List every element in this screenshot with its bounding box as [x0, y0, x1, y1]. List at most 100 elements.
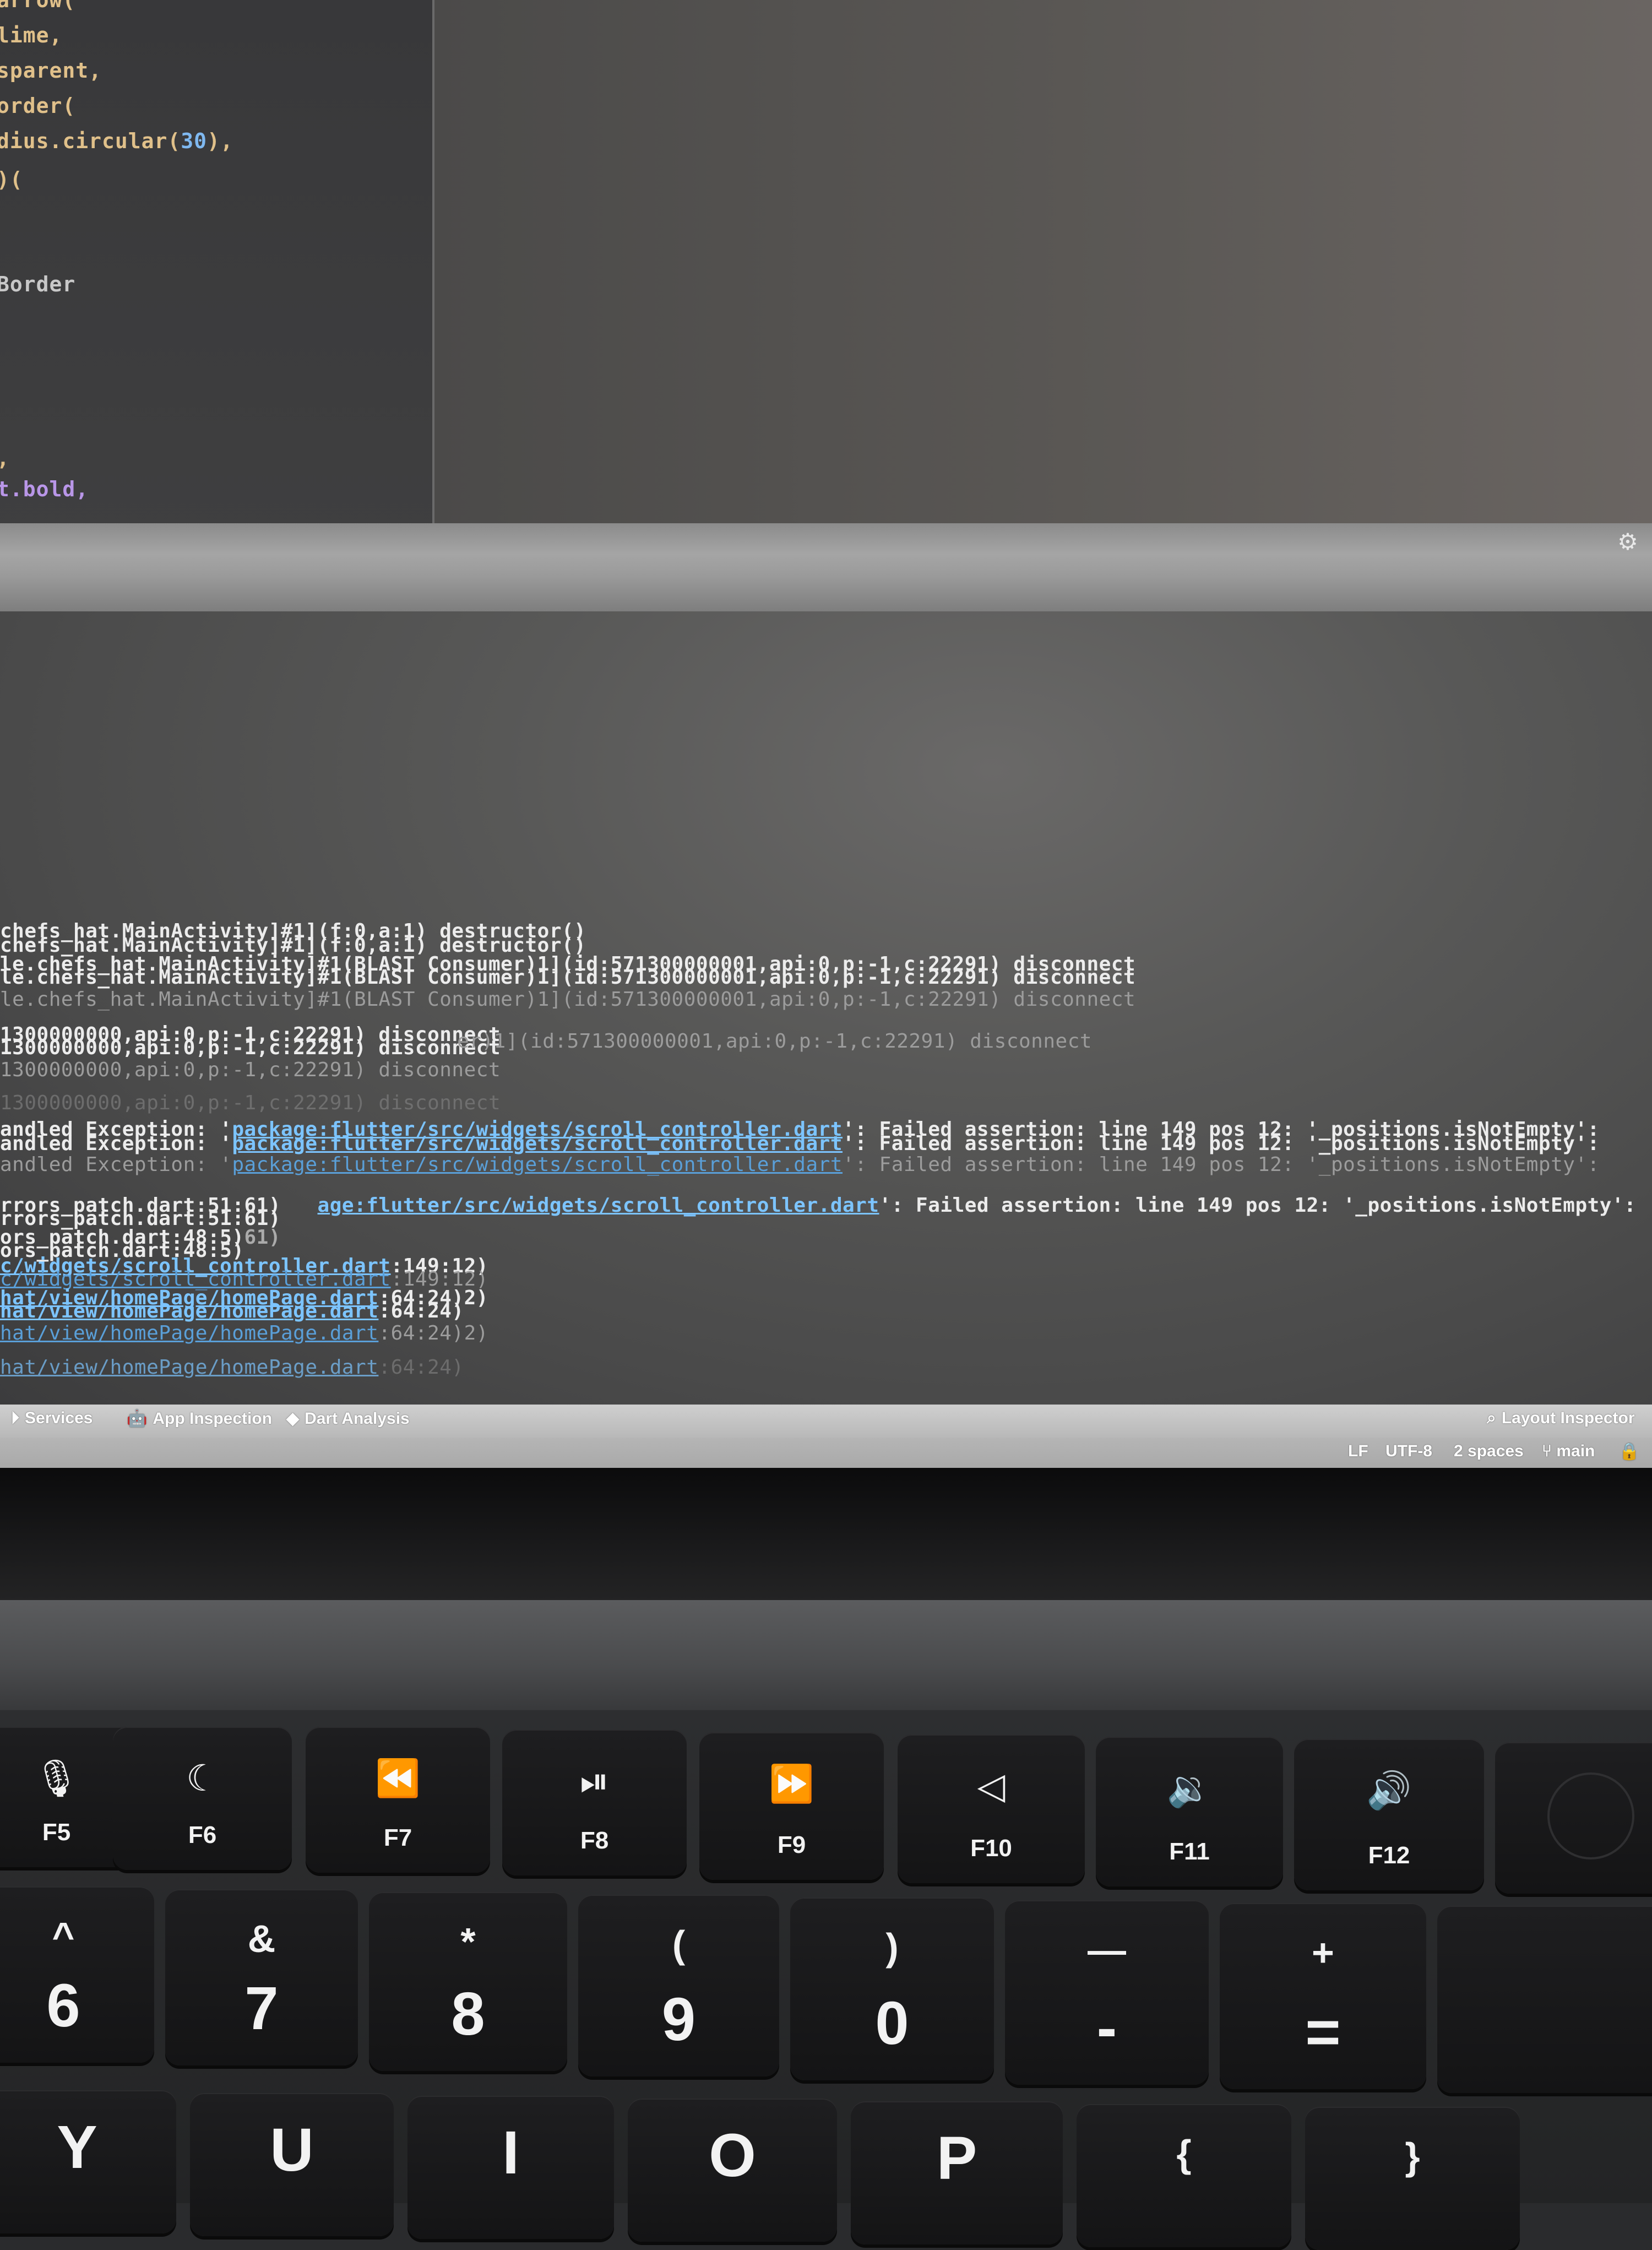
key-p[interactable]: P	[851, 2101, 1063, 2244]
key-label: F9	[777, 1831, 806, 1858]
tab-dart-analysis[interactable]: ◆ Dart Analysis	[286, 1409, 410, 1428]
indent-indicator[interactable]: 2 spaces	[1454, 1442, 1524, 1461]
key-f6[interactable]: ☾ F6	[113, 1727, 292, 1870]
tab-layout-inspector[interactable]: ⌕ Layout Inspector	[1487, 1409, 1635, 1428]
laptop-hinge	[0, 1600, 1652, 1710]
encoding-indicator[interactable]: UTF-8	[1385, 1442, 1432, 1461]
code-line: lime,	[0, 23, 63, 47]
key-label: F7	[383, 1824, 412, 1851]
code-line: Border	[0, 272, 76, 296]
key-primary-symbol: 6	[46, 1972, 80, 2040]
branch-name: main	[1556, 1442, 1595, 1460]
tab-label: Services	[25, 1409, 93, 1427]
key-primary-symbol: U	[270, 2116, 314, 2184]
key-label: F11	[1169, 1838, 1210, 1865]
key-primary-symbol: =	[1305, 1998, 1341, 2066]
source-link[interactable]: hat/view/homePage/homePage.dart	[0, 1322, 378, 1344]
source-link[interactable]: package:flutter/src/widgets/scroll_contr…	[232, 1153, 843, 1176]
key-9[interactable]: ( 9	[578, 1895, 779, 2076]
code-line: )(	[0, 167, 23, 192]
code-token: ),	[207, 129, 233, 153]
key-7[interactable]: & 7	[165, 1889, 358, 2065]
key-minus[interactable]: — -	[1005, 1900, 1209, 2085]
key-f12[interactable]: 🔊 F12	[1294, 1739, 1484, 1890]
mute-icon: ◁	[977, 1765, 1006, 1806]
key-f11[interactable]: 🔉 F11	[1096, 1737, 1283, 1886]
git-branch-widget[interactable]: ⑂ main	[1542, 1442, 1595, 1461]
console-line: le.chefs_hat.MainActivity]#1(BLAST Consu…	[0, 988, 1136, 1011]
tab-label: Dart Analysis	[305, 1409, 410, 1428]
laptop-screen: arrow( lime, sparent, order( dius.circul…	[0, 0, 1652, 1468]
volume-up-icon: 🔊	[1366, 1770, 1412, 1810]
frame-position: :64:24)	[378, 1356, 464, 1379]
layout-inspector-icon: ⌕	[1487, 1409, 1496, 1427]
run-console[interactable]: chefs_hat.MainActivity]#1](f:0,a:1) dest…	[0, 611, 1652, 1405]
code-pane[interactable]: arrow( lime, sparent, order( dius.circul…	[0, 0, 434, 540]
key-primary-symbol: Y	[57, 2113, 97, 2181]
tab-label: App Inspection	[153, 1409, 273, 1428]
code-editor: arrow( lime, sparent, order( dius.circul…	[0, 0, 1652, 540]
key-shift-symbol: )	[885, 1926, 899, 1969]
tab-app-inspection[interactable]: 🤖 App Inspection	[127, 1409, 272, 1428]
console-line: 1300000000,api:0,p:-1,c:22291) disconnec…	[0, 1092, 501, 1114]
key-f8[interactable]: ⏯ F8	[502, 1729, 687, 1875]
preview-pane	[434, 0, 1652, 540]
frame-position: :64:24)2)	[378, 1322, 488, 1344]
play-circle-icon: ⏵	[11, 1409, 19, 1427]
key-o[interactable]: O	[628, 2099, 837, 2242]
key-0[interactable]: ) 0	[790, 1897, 994, 2080]
exception-message: ': Failed assertion: line 149 pos 12: '_…	[843, 1153, 1600, 1176]
tab-label: Layout Inspector	[1501, 1409, 1635, 1427]
key-f7[interactable]: ⏪ F7	[306, 1727, 490, 1873]
touch-id-key[interactable]	[1495, 1742, 1652, 1894]
source-link[interactable]: hat/view/homePage/homePage.dart	[0, 1300, 378, 1322]
key-shift-symbol: (	[672, 1923, 686, 1966]
key-label: F6	[188, 1821, 217, 1848]
exception-message: ': Failed assertion: line 149 pos 12: '_…	[843, 1132, 1600, 1155]
code-line: sparent,	[0, 58, 102, 83]
touch-id-sensor	[1547, 1772, 1634, 1859]
key-primary-symbol: I	[502, 2119, 519, 2187]
console-exception: andled Exception: 'package:flutter/src/w…	[0, 1132, 1600, 1155]
key-shift-symbol: —	[1088, 1928, 1126, 1971]
key-primary-symbol: 7	[244, 1975, 279, 2042]
key-label: F8	[580, 1827, 609, 1854]
key-primary-symbol: 9	[661, 1986, 696, 2053]
stack-frame: hat/view/homePage/homePage.dart:64:24)	[0, 1356, 464, 1379]
stack-frame: hat/view/homePage/homePage.dart:64:24)2)	[0, 1322, 488, 1344]
key-6[interactable]: ^ 6	[0, 1886, 154, 2063]
status-bar: LF UTF-8 2 spaces ⑂ main 🔒	[0, 1438, 1652, 1468]
branch-icon: ⑂	[1542, 1442, 1557, 1460]
source-link[interactable]: package:flutter/src/widgets/scroll_contr…	[232, 1132, 843, 1155]
key-equals[interactable]: + =	[1220, 1903, 1426, 2089]
source-link[interactable]: age:flutter/src/widgets/scroll_controlle…	[318, 1194, 879, 1217]
console-line: 1300000000,api:0,p:-1,c:22291) disconnec…	[0, 1059, 501, 1081]
lock-icon[interactable]: 🔒	[1619, 1442, 1639, 1461]
key-left-brace[interactable]: {	[1077, 2104, 1291, 2247]
exception-message: ': Failed assertion: line 149 pos 12: '_…	[879, 1194, 1637, 1217]
key-8[interactable]: * 8	[369, 1892, 567, 2071]
key-i[interactable]: I	[407, 2096, 614, 2239]
key-delete[interactable]	[1437, 1906, 1652, 2093]
frame-suffix: 61)	[244, 1226, 281, 1249]
line-separator-indicator[interactable]: LF	[1348, 1442, 1368, 1461]
volume-down-icon: 🔉	[1166, 1768, 1213, 1808]
key-u[interactable]: U	[190, 2093, 394, 2236]
gear-icon[interactable]: ⚙	[1616, 530, 1640, 554]
tab-services[interactable]: ⏵ Services	[11, 1409, 93, 1428]
key-shift-symbol: +	[1312, 1931, 1334, 1974]
key-y[interactable]: Y	[0, 2090, 176, 2233]
exception-prefix: andled Exception: '	[0, 1132, 232, 1155]
code-token: dius.circular(	[0, 129, 181, 153]
key-f9[interactable]: ⏩ F9	[699, 1732, 884, 1880]
stack-frame: hat/view/homePage/homePage.dart:64:24)	[0, 1300, 464, 1322]
source-link[interactable]: hat/view/homePage/homePage.dart	[0, 1356, 378, 1379]
key-right-brace[interactable]: }	[1305, 2107, 1520, 2250]
code-line: arrow(	[0, 0, 76, 12]
tool-window-bar: ⏵ Services 🤖 App Inspection ◆ Dart Analysis…	[0, 1405, 1652, 1438]
frame-position: :64:24)	[378, 1300, 464, 1322]
code-line: t.bold,	[0, 477, 89, 501]
key-f10[interactable]: ◁ F10	[898, 1734, 1085, 1883]
key-shift-symbol: {	[1176, 2132, 1192, 2175]
keyboard-deck: 🎙 F5 ☾ F6 ⏪ F7 ⏯ F8 ⏩ F9 ◁ F10 🔉 F11 🔊 F…	[0, 1710, 1652, 2250]
